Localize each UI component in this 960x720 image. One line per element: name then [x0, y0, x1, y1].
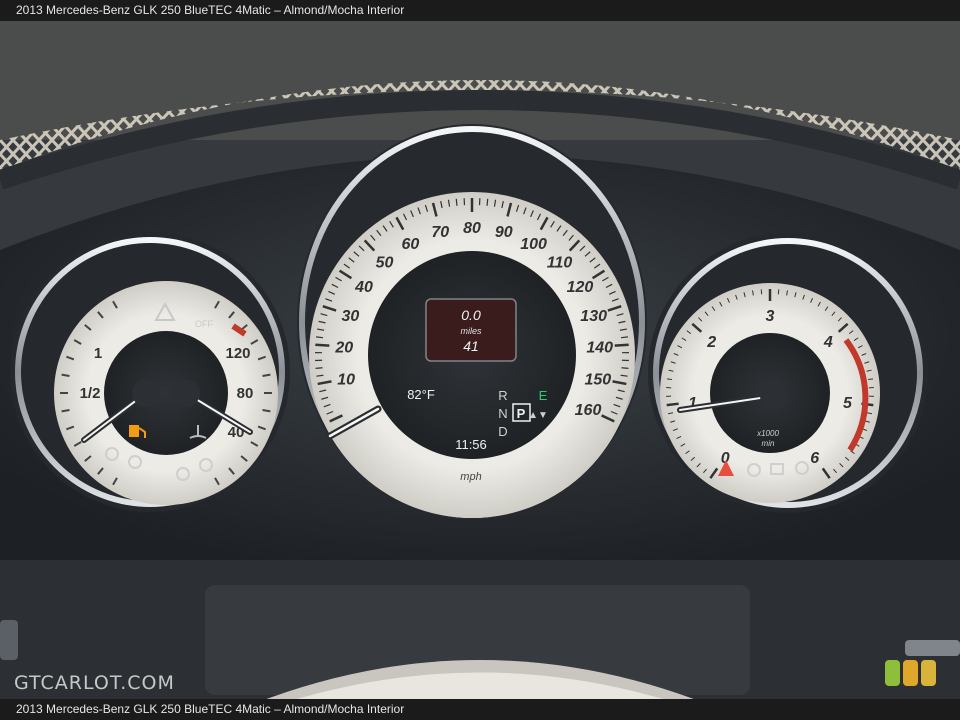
speed-label: 140	[586, 340, 613, 357]
speed-label: 160	[575, 402, 602, 419]
tach-label: 2	[706, 334, 716, 351]
tach-label: 3	[766, 308, 775, 325]
speedometer: 10203040506070 80 90100110120130140150160 …	[297, 124, 647, 520]
speed-label: 80	[463, 220, 481, 237]
speed-tick	[315, 343, 330, 347]
speed-tick	[614, 343, 629, 347]
speed-label: 10	[337, 372, 355, 389]
speed-label: 60	[402, 236, 420, 253]
fuel-tick	[61, 373, 70, 377]
trip-unit: miles	[460, 326, 482, 336]
trip-sub: 41	[463, 338, 479, 354]
fuel-tick	[61, 409, 70, 413]
speed-label: 130	[580, 308, 607, 325]
tachometer: 0123456 x1000 min	[648, 233, 928, 513]
gear-p: P	[517, 406, 526, 421]
tach-label: 6	[810, 450, 819, 467]
speed-tick	[620, 336, 629, 339]
speed-unit: mph	[460, 471, 481, 483]
watermark: GTCARLOT.COM	[14, 672, 175, 694]
speed-tick	[486, 198, 489, 206]
stage: 1 1/2 120 80 40 OFF 10 20 30 40 50 60 70…	[0, 0, 960, 720]
fuel-temp-gauge: 1 1/2 120 80 40 OFF	[10, 232, 290, 512]
tach-unit-2: min	[762, 439, 775, 448]
speed-label: 70	[431, 224, 449, 241]
fuel-label-1: 1	[94, 345, 102, 362]
tach-label: 4	[823, 334, 833, 351]
speed-label: 30	[341, 308, 359, 325]
clock: 11:56	[455, 437, 487, 452]
tach-tick	[666, 378, 672, 381]
speed-label: 20	[334, 340, 353, 357]
gear-n: N	[498, 406, 507, 421]
site-logo-icon	[885, 660, 936, 686]
gear-r: R	[498, 388, 507, 403]
trip-value: 0.0	[461, 307, 481, 323]
speed-label: 110	[547, 255, 573, 272]
fuel-label-half: 1/2	[80, 385, 101, 402]
tach-label: 5	[843, 395, 853, 412]
speed-tick	[455, 198, 458, 206]
instrument-cluster: 1 1/2 120 80 40 OFF 10203040506070 80 90…	[0, 0, 960, 720]
speed-label: 150	[584, 372, 611, 389]
speed-label: 40	[354, 279, 373, 296]
gear-arrows-icon: ▲▼	[528, 410, 548, 421]
speed-tick	[621, 367, 629, 369]
tach-tick	[666, 402, 679, 407]
speed-tick	[315, 336, 324, 339]
gear-d: D	[498, 424, 507, 439]
esp-off-icon: OFF	[195, 319, 213, 329]
temp-label-120: 120	[225, 345, 250, 362]
outside-temperature: 82°F	[407, 387, 435, 402]
speed-label: 100	[520, 236, 547, 253]
temp-tick	[262, 373, 271, 377]
tach-tick	[868, 378, 874, 381]
gear-e: E	[539, 388, 548, 403]
image-caption-bottom: 2013 Mercedes-Benz GLK 250 BlueTEC 4Mati…	[0, 699, 960, 720]
speed-label: 50	[376, 255, 394, 272]
temp-label-80: 80	[237, 385, 254, 402]
speed-label: 90	[495, 224, 513, 241]
temp-tick	[262, 409, 271, 413]
speed-tick	[315, 367, 323, 369]
image-caption-top: 2013 Mercedes-Benz GLK 250 BlueTEC 4Mati…	[0, 0, 960, 21]
tach-unit-1: x1000	[756, 429, 779, 438]
speed-label: 120	[567, 279, 594, 296]
